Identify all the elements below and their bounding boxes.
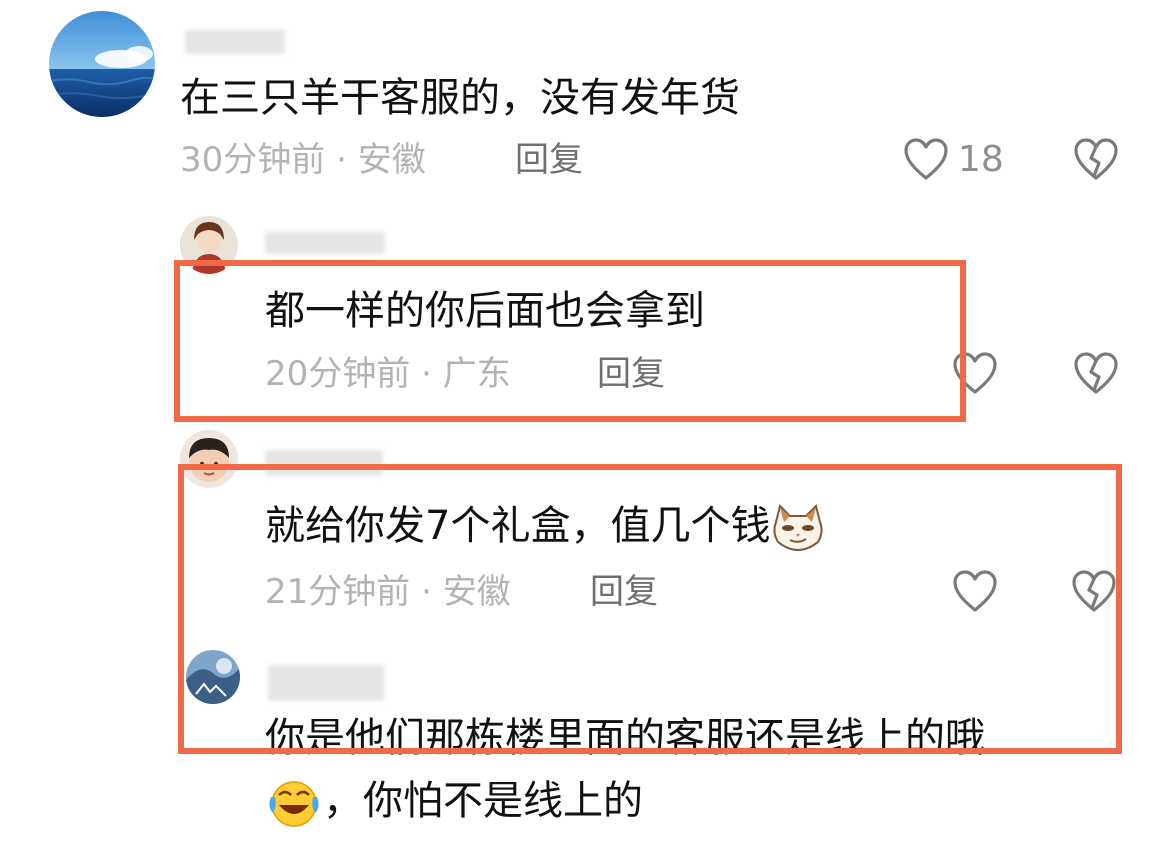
comment-text: 就给你发7个礼盒，值几个钱 (265, 500, 826, 552)
comment-text-line1: 你是他们那栋楼里面的客服还是线上的哦 (265, 715, 985, 761)
reply-button[interactable]: 回复 (590, 570, 658, 614)
like-count: 18 (958, 139, 1004, 180)
username-redacted[interactable] (265, 450, 383, 476)
laughing-crying-emoji-icon (269, 781, 319, 827)
comment-location: 广东 (442, 354, 511, 394)
reply-button[interactable]: 回复 (515, 138, 583, 182)
comment-meta: 30分钟前 · 安徽 (180, 138, 426, 182)
comment-location: 安徽 (442, 572, 511, 612)
comment-text-body: 就给你发7个礼盒，值几个钱 (265, 503, 771, 549)
broken-heart-icon (1074, 138, 1118, 180)
comment-location: 安徽 (357, 140, 426, 180)
avatar-anime-girl[interactable] (180, 216, 238, 274)
comment-time: 30分钟前 (180, 140, 326, 180)
comment-text-body: ，你怕不是线上的 (323, 778, 643, 824)
heart-outline-icon (953, 352, 997, 394)
username-redacted[interactable] (265, 232, 385, 254)
reply-button[interactable]: 回复 (597, 352, 665, 396)
like-button[interactable] (952, 570, 998, 614)
dislike-button[interactable] (1071, 570, 1117, 614)
like-button[interactable] (952, 352, 998, 396)
comment-meta: 20分钟前 · 广东 (265, 352, 511, 396)
comment-time: 20分钟前 (265, 354, 411, 394)
meta-separator: · (421, 572, 432, 612)
avatar-artwork[interactable] (186, 650, 240, 704)
comment-time: 21分钟前 (265, 572, 411, 612)
heart-outline-icon (953, 570, 997, 612)
comment-text: 在三只羊干客服的，没有发年货 (180, 75, 740, 121)
comment-text-line2: ，你怕不是线上的 (265, 775, 643, 829)
meta-separator: · (336, 140, 347, 180)
smirking-cat-emoji-icon (773, 504, 824, 552)
avatar-child[interactable] (180, 430, 238, 488)
username-redacted[interactable] (268, 665, 384, 701)
dislike-button[interactable] (1073, 138, 1119, 182)
comment-text: 都一样的你后面也会拿到 (265, 288, 705, 334)
broken-heart-icon (1074, 352, 1118, 394)
comment-meta: 21分钟前 · 安徽 (265, 570, 511, 614)
heart-outline-icon (904, 138, 948, 180)
username-redacted[interactable] (185, 30, 285, 54)
avatar-ocean[interactable] (49, 11, 155, 117)
meta-separator: · (421, 354, 432, 394)
dislike-button[interactable] (1073, 352, 1119, 396)
broken-heart-icon (1072, 570, 1116, 612)
like-button[interactable] (903, 138, 949, 182)
